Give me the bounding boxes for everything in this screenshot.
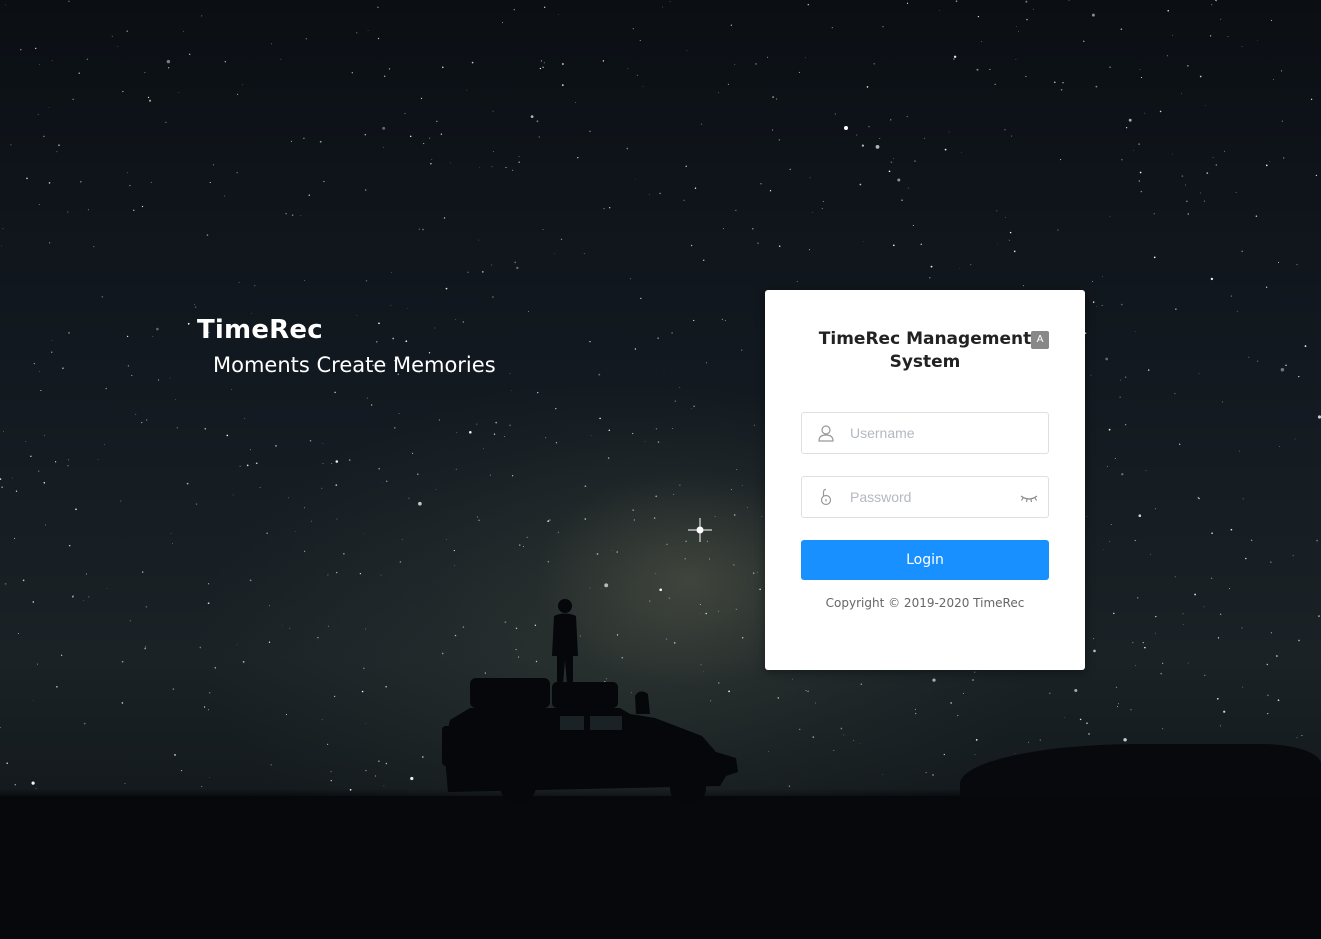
user-icon [818,425,834,442]
password-input[interactable] [850,477,1010,517]
copyright-text: Copyright © 2019-2020 TimeRec [825,596,1025,610]
login-title: TimeRec Management System [818,329,1032,372]
username-input[interactable] [850,413,1010,453]
login-page: TimeRec Moments Create Memories TimeRec … [0,0,1321,939]
brand-name: TimeRec [197,315,323,345]
password-field[interactable] [801,476,1049,518]
login-card: TimeRec Management System A Username Log… [765,290,1085,670]
eye-closed-icon[interactable] [1020,488,1038,506]
translate-icon[interactable]: A [1031,331,1049,349]
login-button[interactable]: Login [801,540,1049,580]
jeep-with-person-silhouette [442,599,738,806]
ground [0,796,1321,939]
brand-slogan: Moments Create Memories [213,353,496,377]
lock-icon [820,488,832,506]
username-field[interactable] [801,412,1049,454]
brand-block: TimeRec Moments Create Memories [197,312,496,382]
